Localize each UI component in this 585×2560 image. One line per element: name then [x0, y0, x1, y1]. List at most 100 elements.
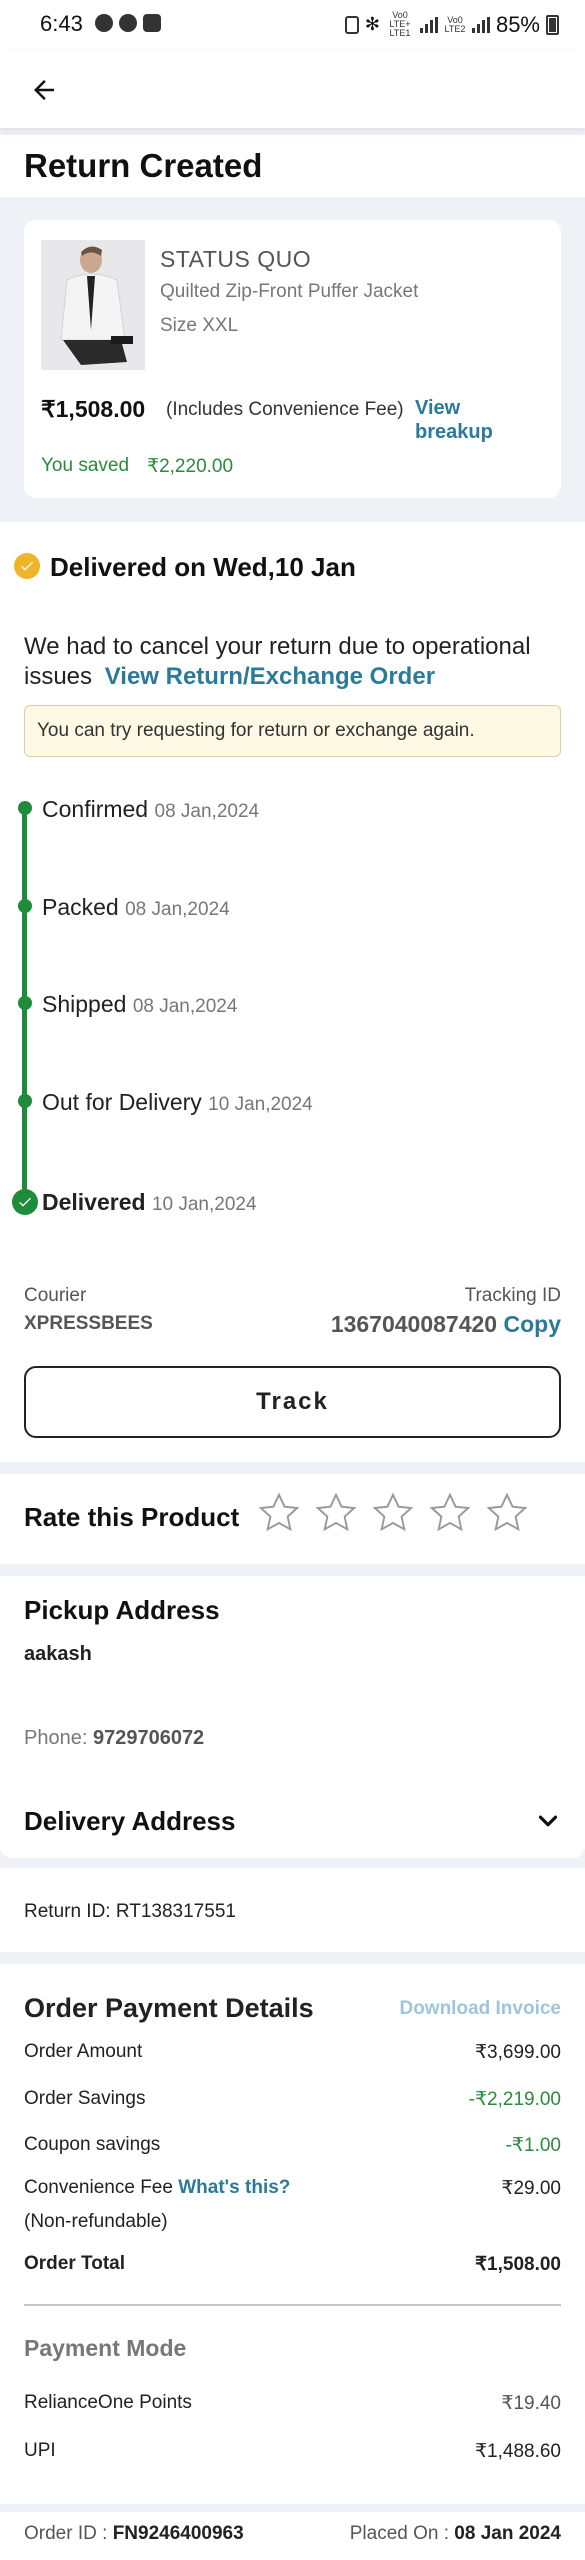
order-total-label: Order Total	[24, 2253, 125, 2274]
product-image	[41, 240, 145, 370]
product-brand: STATUS QUO	[160, 246, 312, 272]
network-2-label: Vo0 LTE2	[444, 14, 466, 34]
order-amount-value: ₹3,699.00	[474, 2042, 561, 2063]
timeline-dot	[18, 801, 32, 815]
copy-tracking-button[interactable]: Copy	[504, 1311, 562, 1337]
timeline-step-date: 08 Jan,2024	[154, 801, 260, 822]
download-invoice-link[interactable]: Download Invoice	[399, 1998, 561, 2020]
alarm-icon	[344, 15, 359, 34]
app-bar	[0, 50, 585, 128]
timeline-step-date: 10 Jan,2024	[208, 1094, 313, 1115]
whats-this-link[interactable]: What's this?	[178, 2177, 290, 2198]
order-id-value: FN9246400963	[112, 2523, 244, 2544]
order-total-value: ₹1,508.00	[474, 2254, 561, 2275]
star-icon[interactable]	[313, 1490, 359, 1536]
courier-name: XPRESSBEES	[24, 1313, 153, 1334]
network-1-label: Vo0 LTE+ LTE1	[389, 10, 411, 38]
status-bar: 6:43 ✻ Vo0 LTE+ LTE1 Vo0 LTE2 85%	[0, 0, 585, 50]
view-return-exchange-order-link[interactable]: View Return/Exchange Order	[105, 663, 435, 690]
placed-on-date: 08 Jan 2024	[454, 2523, 561, 2544]
pickup-address-heading: Pickup Address	[24, 1595, 220, 1625]
notification-icons	[95, 14, 161, 32]
timeline-step-delivered: Delivered 10 Jan,2024	[42, 1189, 257, 1216]
timeline-step-date: 08 Jan,2024	[125, 899, 230, 920]
courier-label: Courier	[24, 1285, 87, 1306]
placed-on-label: Placed On :	[349, 2523, 450, 2544]
view-breakup-link[interactable]: View breakup	[415, 396, 535, 444]
product-card[interactable]: STATUS QUO Quilted Zip-Front Puffer Jack…	[24, 220, 561, 498]
payment-mode-heading: Payment Mode	[24, 2335, 187, 2361]
cancel-message: We had to cancel your return due to oper…	[24, 632, 564, 692]
timeline-step-label: Shipped	[42, 991, 127, 1017]
system-icons: ✻ Vo0 LTE+ LTE1 Vo0 LTE2 85%	[344, 10, 559, 38]
bluetooth-icon: ✻	[364, 14, 380, 34]
order-id-label: Order ID :	[24, 2523, 108, 2544]
divider	[24, 2304, 561, 2306]
chat-icon	[95, 14, 113, 32]
timeline-step-label: Confirmed	[42, 796, 149, 822]
tracking-id-label: Tracking ID	[464, 1285, 561, 1306]
payment-heading: Order Payment Details	[24, 1993, 314, 2023]
status-time: 6:43	[40, 11, 83, 36]
order-id: Order ID : FN9246400963	[24, 2523, 244, 2545]
timeline-dot	[18, 996, 32, 1010]
star-icon[interactable]	[370, 1490, 416, 1536]
price-note: (Includes Convenience Fee)	[166, 399, 404, 420]
page-title: Return Created	[24, 147, 263, 184]
coupon-savings-value: -₹1.00	[505, 2135, 561, 2156]
timeline-step-shipped: Shipped 08 Jan,2024	[42, 991, 237, 1018]
star-icon[interactable]	[427, 1490, 473, 1536]
delivered-heading: Delivered on Wed,10 Jan	[50, 552, 356, 582]
signal-2-icon	[471, 16, 490, 33]
chevron-down-icon[interactable]	[533, 1806, 563, 1836]
delivery-address-heading[interactable]: Delivery Address	[24, 1806, 235, 1837]
timeline-step-label: Delivered	[42, 1189, 146, 1215]
gallery-icon	[143, 14, 161, 32]
arrow-left-icon	[34, 80, 54, 100]
track-button[interactable]: Track	[24, 1366, 561, 1438]
phone-label: Phone:	[24, 1727, 88, 1749]
saved-amount: ₹2,220.00	[147, 456, 234, 477]
tracking-id-value: 1367040087420	[330, 1311, 498, 1337]
product-name: Quilted Zip-Front Puffer Jacket	[160, 281, 419, 302]
timeline-dot	[18, 899, 32, 913]
product-price: ₹1,508.00	[41, 396, 146, 422]
timeline-dot	[18, 1094, 32, 1108]
order-amount-label: Order Amount	[24, 2041, 143, 2062]
timeline-step-label: Packed	[42, 894, 119, 920]
phone-number: 9729706072	[92, 1727, 205, 1749]
convenience-fee-label: Convenience Fee What's this?	[24, 2177, 290, 2199]
order-savings-value: -₹2,219.00	[468, 2089, 561, 2110]
product-photo	[41, 240, 145, 370]
timeline-step-date: 10 Jan,2024	[151, 1194, 257, 1215]
timeline-step-label: Out for Delivery	[42, 1089, 202, 1115]
coupon-savings-label: Coupon savings	[24, 2134, 161, 2155]
battery-percent: 85%	[495, 11, 540, 37]
timeline-step-confirmed: Confirmed 08 Jan,2024	[42, 796, 259, 823]
check-circle-icon	[14, 553, 40, 579]
pickup-name: aakash	[24, 1643, 92, 1665]
title-bar: Return Created	[0, 135, 585, 197]
convenience-fee-value: ₹29.00	[501, 2178, 561, 2199]
timeline-step-packed: Packed 08 Jan,2024	[42, 894, 230, 921]
return-id: Return ID: RT138317551	[24, 1901, 236, 1922]
star-icon[interactable]	[484, 1490, 530, 1536]
notification-app-icon	[119, 14, 137, 32]
pickup-phone: Phone: 9729706072	[24, 1727, 204, 1750]
rate-product-label: Rate this Product	[24, 1502, 240, 1532]
payment-mode-value: ₹1,488.60	[474, 2441, 561, 2462]
non-refundable-note: (Non-refundable)	[24, 2211, 168, 2232]
star-icon[interactable]	[256, 1490, 302, 1536]
info-banner: You can try requesting for return or exc…	[24, 705, 561, 757]
timeline-step-out-for-delivery: Out for Delivery 10 Jan,2024	[42, 1089, 313, 1116]
saved-label: You saved	[41, 455, 130, 476]
tracking-id-row: 1367040087420 Copy	[331, 1311, 561, 1338]
product-size: Size XXL	[160, 315, 239, 336]
payment-mode-label: UPI	[24, 2440, 56, 2461]
payment-mode-value: ₹19.40	[501, 2393, 561, 2414]
payment-mode-label: RelianceOne Points	[24, 2392, 192, 2413]
signal-1-icon	[419, 16, 438, 33]
back-button[interactable]	[22, 68, 66, 112]
convenience-fee-text: Convenience Fee	[24, 2177, 173, 2198]
order-savings-label: Order Savings	[24, 2088, 146, 2109]
